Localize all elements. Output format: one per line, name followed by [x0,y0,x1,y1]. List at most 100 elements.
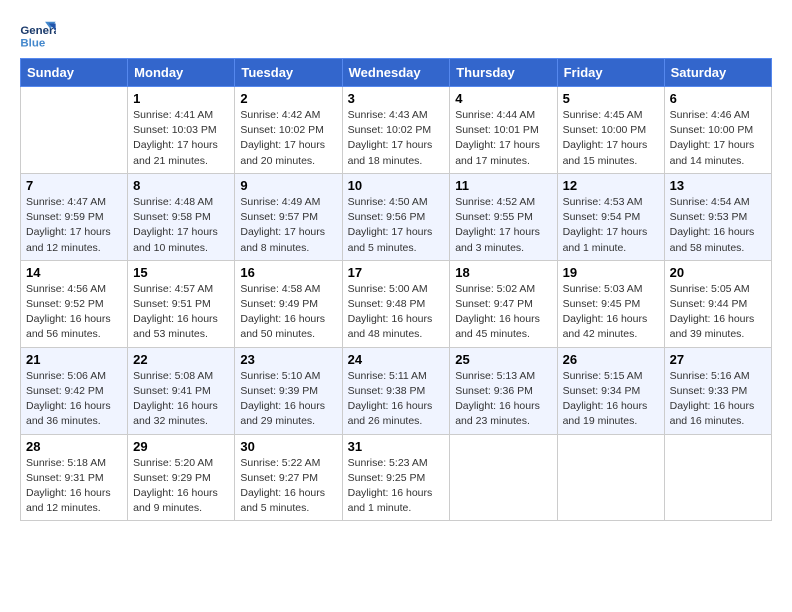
day-info: Sunrise: 5:03 AM Sunset: 9:45 PM Dayligh… [563,282,659,343]
day-number: 27 [670,352,766,367]
day-number: 30 [240,439,336,454]
calendar-cell: 20 Sunrise: 5:05 AM Sunset: 9:44 PM Dayli… [664,260,771,347]
day-number: 22 [133,352,229,367]
day-info: Sunrise: 5:23 AM Sunset: 9:25 PM Dayligh… [348,456,445,517]
day-info: Sunrise: 4:50 AM Sunset: 9:56 PM Dayligh… [348,195,445,256]
calendar-cell: 24 Sunrise: 5:11 AM Sunset: 9:38 PM Dayli… [342,347,450,434]
calendar-cell: 7Sunrise: 4:47 AM Sunset: 9:59 PM Daylig… [21,173,128,260]
day-info: Sunrise: 4:46 AM Sunset: 10:00 PM Daylig… [670,108,766,169]
calendar-cell: 23 Sunrise: 5:10 AM Sunset: 9:39 PM Dayli… [235,347,342,434]
week-row-5: 28 Sunrise: 5:18 AM Sunset: 9:31 PM Dayli… [21,434,772,521]
week-row-2: 7Sunrise: 4:47 AM Sunset: 9:59 PM Daylig… [21,173,772,260]
day-number: 16 [240,265,336,280]
calendar-cell: 14 Sunrise: 4:56 AM Sunset: 9:52 PM Dayli… [21,260,128,347]
day-info: Sunrise: 5:06 AM Sunset: 9:42 PM Dayligh… [26,369,122,430]
calendar-cell: 8Sunrise: 4:48 AM Sunset: 9:58 PM Daylig… [128,173,235,260]
week-row-4: 21 Sunrise: 5:06 AM Sunset: 9:42 PM Dayli… [21,347,772,434]
day-info: Sunrise: 4:43 AM Sunset: 10:02 PM Daylig… [348,108,445,169]
day-info: Sunrise: 5:11 AM Sunset: 9:38 PM Dayligh… [348,369,445,430]
day-info: Sunrise: 4:47 AM Sunset: 9:59 PM Dayligh… [26,195,122,256]
calendar-cell: 10 Sunrise: 4:50 AM Sunset: 9:56 PM Dayli… [342,173,450,260]
col-header-sunday: Sunday [21,59,128,87]
day-info: Sunrise: 4:57 AM Sunset: 9:51 PM Dayligh… [133,282,229,343]
day-number: 14 [26,265,122,280]
day-number: 21 [26,352,122,367]
calendar-cell: 30 Sunrise: 5:22 AM Sunset: 9:27 PM Dayli… [235,434,342,521]
col-header-monday: Monday [128,59,235,87]
day-number: 31 [348,439,445,454]
calendar-header-row: SundayMondayTuesdayWednesdayThursdayFrid… [21,59,772,87]
calendar-cell [557,434,664,521]
col-header-friday: Friday [557,59,664,87]
calendar-cell: 26 Sunrise: 5:15 AM Sunset: 9:34 PM Dayli… [557,347,664,434]
day-number: 29 [133,439,229,454]
day-info: Sunrise: 4:49 AM Sunset: 9:57 PM Dayligh… [240,195,336,256]
calendar-cell: 11Sunrise: 4:52 AM Sunset: 9:55 PM Dayli… [450,173,557,260]
day-info: Sunrise: 5:08 AM Sunset: 9:41 PM Dayligh… [133,369,229,430]
day-number: 24 [348,352,445,367]
day-info: Sunrise: 4:45 AM Sunset: 10:00 PM Daylig… [563,108,659,169]
col-header-thursday: Thursday [450,59,557,87]
day-number: 28 [26,439,122,454]
day-number: 19 [563,265,659,280]
day-number: 26 [563,352,659,367]
calendar-cell: 28 Sunrise: 5:18 AM Sunset: 9:31 PM Dayli… [21,434,128,521]
page-header: General Blue [20,20,772,50]
day-number: 1 [133,91,229,106]
day-number: 20 [670,265,766,280]
col-header-saturday: Saturday [664,59,771,87]
calendar-cell: 18 Sunrise: 5:02 AM Sunset: 9:47 PM Dayli… [450,260,557,347]
day-number: 2 [240,91,336,106]
col-header-tuesday: Tuesday [235,59,342,87]
calendar-cell: 22 Sunrise: 5:08 AM Sunset: 9:41 PM Dayli… [128,347,235,434]
calendar-cell: 17 Sunrise: 5:00 AM Sunset: 9:48 PM Dayli… [342,260,450,347]
day-info: Sunrise: 5:05 AM Sunset: 9:44 PM Dayligh… [670,282,766,343]
day-info: Sunrise: 5:02 AM Sunset: 9:47 PM Dayligh… [455,282,551,343]
day-info: Sunrise: 5:22 AM Sunset: 9:27 PM Dayligh… [240,456,336,517]
calendar-cell: 16Sunrise: 4:58 AM Sunset: 9:49 PM Dayli… [235,260,342,347]
day-number: 17 [348,265,445,280]
day-number: 23 [240,352,336,367]
calendar-cell [21,87,128,174]
week-row-3: 14 Sunrise: 4:56 AM Sunset: 9:52 PM Dayli… [21,260,772,347]
svg-text:Blue: Blue [20,37,45,49]
day-number: 5 [563,91,659,106]
day-info: Sunrise: 5:15 AM Sunset: 9:34 PM Dayligh… [563,369,659,430]
calendar-cell: 1 Sunrise: 4:41 AM Sunset: 10:03 PM Dayli… [128,87,235,174]
day-number: 12 [563,178,659,193]
day-info: Sunrise: 4:42 AM Sunset: 10:02 PM Daylig… [240,108,336,169]
day-number: 6 [670,91,766,106]
day-info: Sunrise: 5:18 AM Sunset: 9:31 PM Dayligh… [26,456,122,517]
calendar-body: 1 Sunrise: 4:41 AM Sunset: 10:03 PM Dayli… [21,87,772,521]
logo-icon: General Blue [20,20,56,50]
calendar-cell: 12Sunrise: 4:53 AM Sunset: 9:54 PM Dayli… [557,173,664,260]
day-info: Sunrise: 4:41 AM Sunset: 10:03 PM Daylig… [133,108,229,169]
calendar-cell: 31 Sunrise: 5:23 AM Sunset: 9:25 PM Dayli… [342,434,450,521]
calendar-cell: 19 Sunrise: 5:03 AM Sunset: 9:45 PM Dayli… [557,260,664,347]
day-number: 15 [133,265,229,280]
day-info: Sunrise: 4:54 AM Sunset: 9:53 PM Dayligh… [670,195,766,256]
logo: General Blue [20,20,60,50]
day-number: 9 [240,178,336,193]
calendar-cell: 4Sunrise: 4:44 AM Sunset: 10:01 PM Dayli… [450,87,557,174]
calendar-cell: 21 Sunrise: 5:06 AM Sunset: 9:42 PM Dayli… [21,347,128,434]
calendar-cell: 27 Sunrise: 5:16 AM Sunset: 9:33 PM Dayli… [664,347,771,434]
day-number: 13 [670,178,766,193]
day-number: 25 [455,352,551,367]
day-number: 10 [348,178,445,193]
calendar-cell: 9 Sunrise: 4:49 AM Sunset: 9:57 PM Daylig… [235,173,342,260]
day-info: Sunrise: 4:56 AM Sunset: 9:52 PM Dayligh… [26,282,122,343]
day-info: Sunrise: 5:13 AM Sunset: 9:36 PM Dayligh… [455,369,551,430]
calendar-table: SundayMondayTuesdayWednesdayThursdayFrid… [20,58,772,521]
day-number: 18 [455,265,551,280]
calendar-cell: 3 Sunrise: 4:43 AM Sunset: 10:02 PM Dayli… [342,87,450,174]
calendar-cell: 5 Sunrise: 4:45 AM Sunset: 10:00 PM Dayli… [557,87,664,174]
day-number: 3 [348,91,445,106]
day-info: Sunrise: 5:20 AM Sunset: 9:29 PM Dayligh… [133,456,229,517]
day-info: Sunrise: 5:10 AM Sunset: 9:39 PM Dayligh… [240,369,336,430]
day-info: Sunrise: 5:16 AM Sunset: 9:33 PM Dayligh… [670,369,766,430]
calendar-cell [664,434,771,521]
day-info: Sunrise: 5:00 AM Sunset: 9:48 PM Dayligh… [348,282,445,343]
col-header-wednesday: Wednesday [342,59,450,87]
day-info: Sunrise: 4:44 AM Sunset: 10:01 PM Daylig… [455,108,551,169]
